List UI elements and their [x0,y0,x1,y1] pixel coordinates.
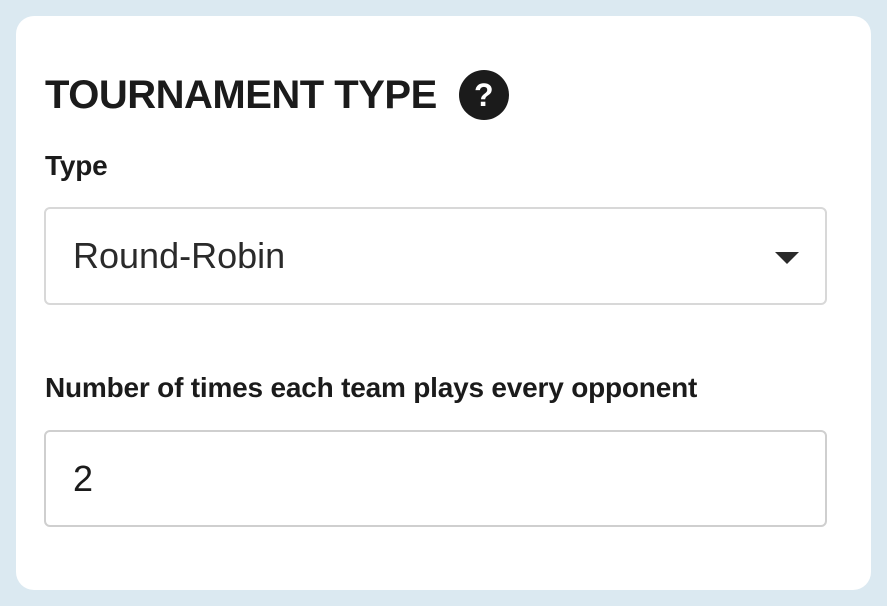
times-input-value: 2 [73,457,94,499]
type-select[interactable]: Round-Robin [44,207,827,305]
caret-down-icon [775,252,799,264]
help-icon[interactable]: ? [458,70,509,120]
section-title: TOURNAMENT TYPE [45,73,437,117]
type-label: Type [45,150,108,181]
type-select-value: Round-Robin [73,235,286,276]
times-label: Number of times each team plays every op… [45,372,698,403]
times-input[interactable]: 2 [44,430,827,527]
page-background: TOURNAMENT TYPE ? Type Round-Robin Numbe… [0,0,887,606]
section-header: TOURNAMENT TYPE ? [45,70,509,120]
